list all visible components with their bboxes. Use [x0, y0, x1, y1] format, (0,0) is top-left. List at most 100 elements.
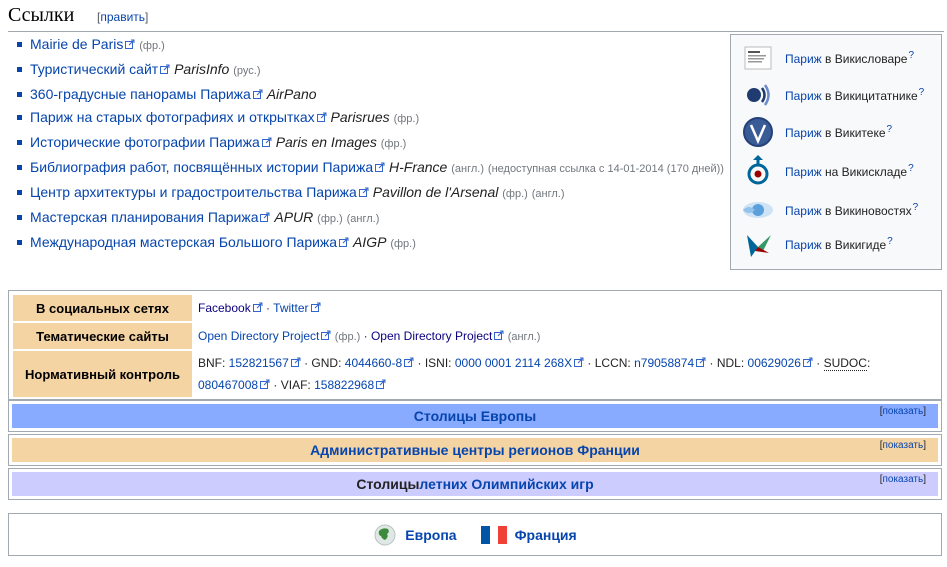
lang-label: (фр.) — [334, 330, 361, 343]
authority-id-link[interactable]: 4044660-8 — [345, 356, 414, 370]
show-toggle-link[interactable]: показать — [882, 440, 923, 451]
authority-id-link[interactable]: 080467008 — [198, 378, 270, 392]
external-link-item: Туристический сайт ParisInfo (рус.) — [12, 58, 724, 83]
sister-projects-box: Париж в Викисловаре? Париж в Викицитатник… — [730, 34, 942, 270]
lang-label: (фр.) — [393, 113, 420, 125]
lang-label: (англ.) — [531, 188, 565, 200]
lang-label: (англ.) — [507, 330, 541, 343]
sister-project-label: в Викигиде — [821, 238, 887, 252]
facebook-link[interactable]: Facebook — [198, 301, 263, 315]
authority-control-box: В социальных сетях Facebook · Twitter Те… — [8, 290, 942, 400]
show-toggle-link[interactable]: показать — [882, 474, 923, 485]
dead-link-note: (недоступная ссылка с 14-01-2014 (170 дн… — [487, 163, 724, 175]
sister-project-label: в Викиновостях — [821, 204, 912, 218]
external-link[interactable]: Исторические фотографии Парижа — [30, 134, 272, 150]
navbox-title-bar: Административные центры регионов Франции… — [12, 438, 938, 462]
lang-label: (фр.) — [502, 188, 528, 200]
globe-europe-icon — [374, 524, 396, 545]
sister-project-link[interactable]: Париж — [785, 165, 822, 179]
dmoz-fr-link[interactable]: Open Directory Project — [198, 329, 331, 343]
sister-project-item: Париж в Викигиде? — [741, 229, 893, 259]
sister-project-item: Париж в Викиновостях? — [741, 195, 918, 225]
navbox-title-link[interactable]: Административные центры регионов Франции — [310, 442, 640, 458]
help-mark[interactable]: ? — [887, 236, 893, 247]
external-link-item: Библиография работ, посвящённых истории … — [12, 156, 724, 181]
navbox-title-link[interactable]: Столицы Европы — [414, 408, 536, 424]
lang-label: (фр.) — [390, 238, 416, 250]
external-link[interactable]: Центр архитектуры и градостроительства П… — [30, 184, 369, 200]
authority-key: BNF — [198, 356, 222, 370]
external-link[interactable]: Mairie de Paris — [30, 36, 135, 52]
portal-france: Франция — [480, 525, 577, 544]
edit-link[interactable]: править — [100, 10, 145, 24]
thematic-header: Тематические сайты — [13, 323, 192, 349]
sister-project-link[interactable]: Париж — [785, 204, 822, 218]
lang-label: (фр.) — [317, 213, 343, 225]
help-mark[interactable]: ? — [913, 202, 919, 213]
authority-key: GND — [311, 356, 339, 370]
navbox-toggle: [показать] — [879, 474, 926, 485]
navbox-europe-capitals: Столицы Европы [показать] — [8, 400, 942, 432]
section-title: Ссылки — [8, 4, 75, 26]
help-mark[interactable]: ? — [908, 163, 914, 174]
france-flag-icon — [480, 525, 507, 544]
help-mark[interactable]: ? — [887, 124, 893, 135]
portal-europe-link[interactable]: Европа — [405, 527, 456, 543]
external-link[interactable]: Международная мастерская Большого Парижа — [30, 234, 349, 250]
external-link[interactable]: 360-градусные панорамы Парижа — [30, 86, 263, 102]
external-link-icon — [404, 357, 414, 367]
external-link-icon — [260, 379, 270, 389]
show-toggle-link[interactable]: показать — [882, 406, 923, 417]
navbox-title-bar: Столицы летних Олимпийских игр [показать… — [12, 472, 938, 496]
social-header: В социальных сетях — [13, 295, 192, 321]
external-link-icon — [316, 112, 327, 122]
twitter-link[interactable]: Twitter — [273, 301, 320, 315]
external-link[interactable]: Туристический сайт — [30, 61, 170, 77]
site-name: Pavillon de l'Arsenal — [372, 184, 499, 200]
portals-bar: Европа Франция — [8, 513, 942, 556]
external-link[interactable]: Библиография работ, посвящённых истории … — [30, 159, 385, 175]
external-link-item: Мастерская планирования Парижа APUR (фр.… — [12, 206, 724, 231]
lang-label: (фр.) — [139, 40, 165, 52]
authority-id-link[interactable]: 0000 0001 2114 268X — [455, 356, 584, 370]
external-link[interactable]: Мастерская планирования Парижа — [30, 209, 270, 225]
navbox-toggle: [показать] — [879, 440, 926, 451]
navbox-title-link[interactable]: летних Олимпийских игр — [419, 476, 593, 492]
sister-project-link[interactable]: Париж — [785, 89, 822, 103]
authority-id-link[interactable]: 158822968 — [314, 378, 386, 392]
commons-icon — [747, 155, 769, 185]
lang-label: (рус.) — [233, 65, 261, 77]
external-link-icon — [160, 64, 170, 74]
sister-project-link[interactable]: Париж — [785, 126, 822, 140]
external-link-icon — [375, 162, 385, 172]
help-mark[interactable]: ? — [919, 87, 925, 98]
authority-id-link[interactable]: 152821567 — [229, 356, 301, 370]
sister-project-item: Париж в Викитеке? — [741, 117, 892, 147]
external-link-icon — [574, 357, 584, 367]
external-links-list: Mairie de Paris (фр.) Туристический сайт … — [12, 33, 724, 256]
sister-project-link[interactable]: Париж — [785, 238, 822, 252]
external-link-icon — [260, 212, 270, 222]
authority-key: VIAF — [280, 378, 308, 392]
sister-project-label: на Викискладе — [821, 165, 908, 179]
navbox-toggle: [показать] — [879, 406, 926, 417]
authority-id-link[interactable]: 00629026 — [748, 356, 813, 370]
navbox-france-regions: Административные центры регионов Франции… — [8, 434, 942, 466]
navbox-title-bar: Столицы Европы [показать] — [12, 404, 938, 428]
sister-project-item: Париж на Викискладе? — [741, 155, 914, 186]
help-mark[interactable]: ? — [908, 50, 914, 61]
external-link-icon — [261, 137, 272, 147]
portal-france-link[interactable]: Франция — [515, 527, 577, 543]
authority-id-link[interactable]: n79058874 — [634, 356, 706, 370]
wikisource-icon — [743, 117, 773, 147]
external-link-icon — [125, 39, 135, 49]
site-name: Paris en Images — [275, 134, 377, 150]
dmoz-en-link[interactable]: Open Directory Project — [371, 329, 504, 343]
thematic-links: Open Directory Project (фр.) · Open Dire… — [198, 328, 541, 343]
external-link-item: Mairie de Paris (фр.) — [12, 33, 724, 58]
external-link-item: 360-градусные панорамы Парижа AirPano — [12, 83, 724, 106]
external-link-item: Париж на старых фотографиях и открытках … — [12, 106, 724, 131]
sister-project-link[interactable]: Париж — [785, 52, 822, 66]
sister-project-label: в Викисловаре — [821, 52, 908, 66]
external-link[interactable]: Париж на старых фотографиях и открытках — [30, 109, 327, 125]
